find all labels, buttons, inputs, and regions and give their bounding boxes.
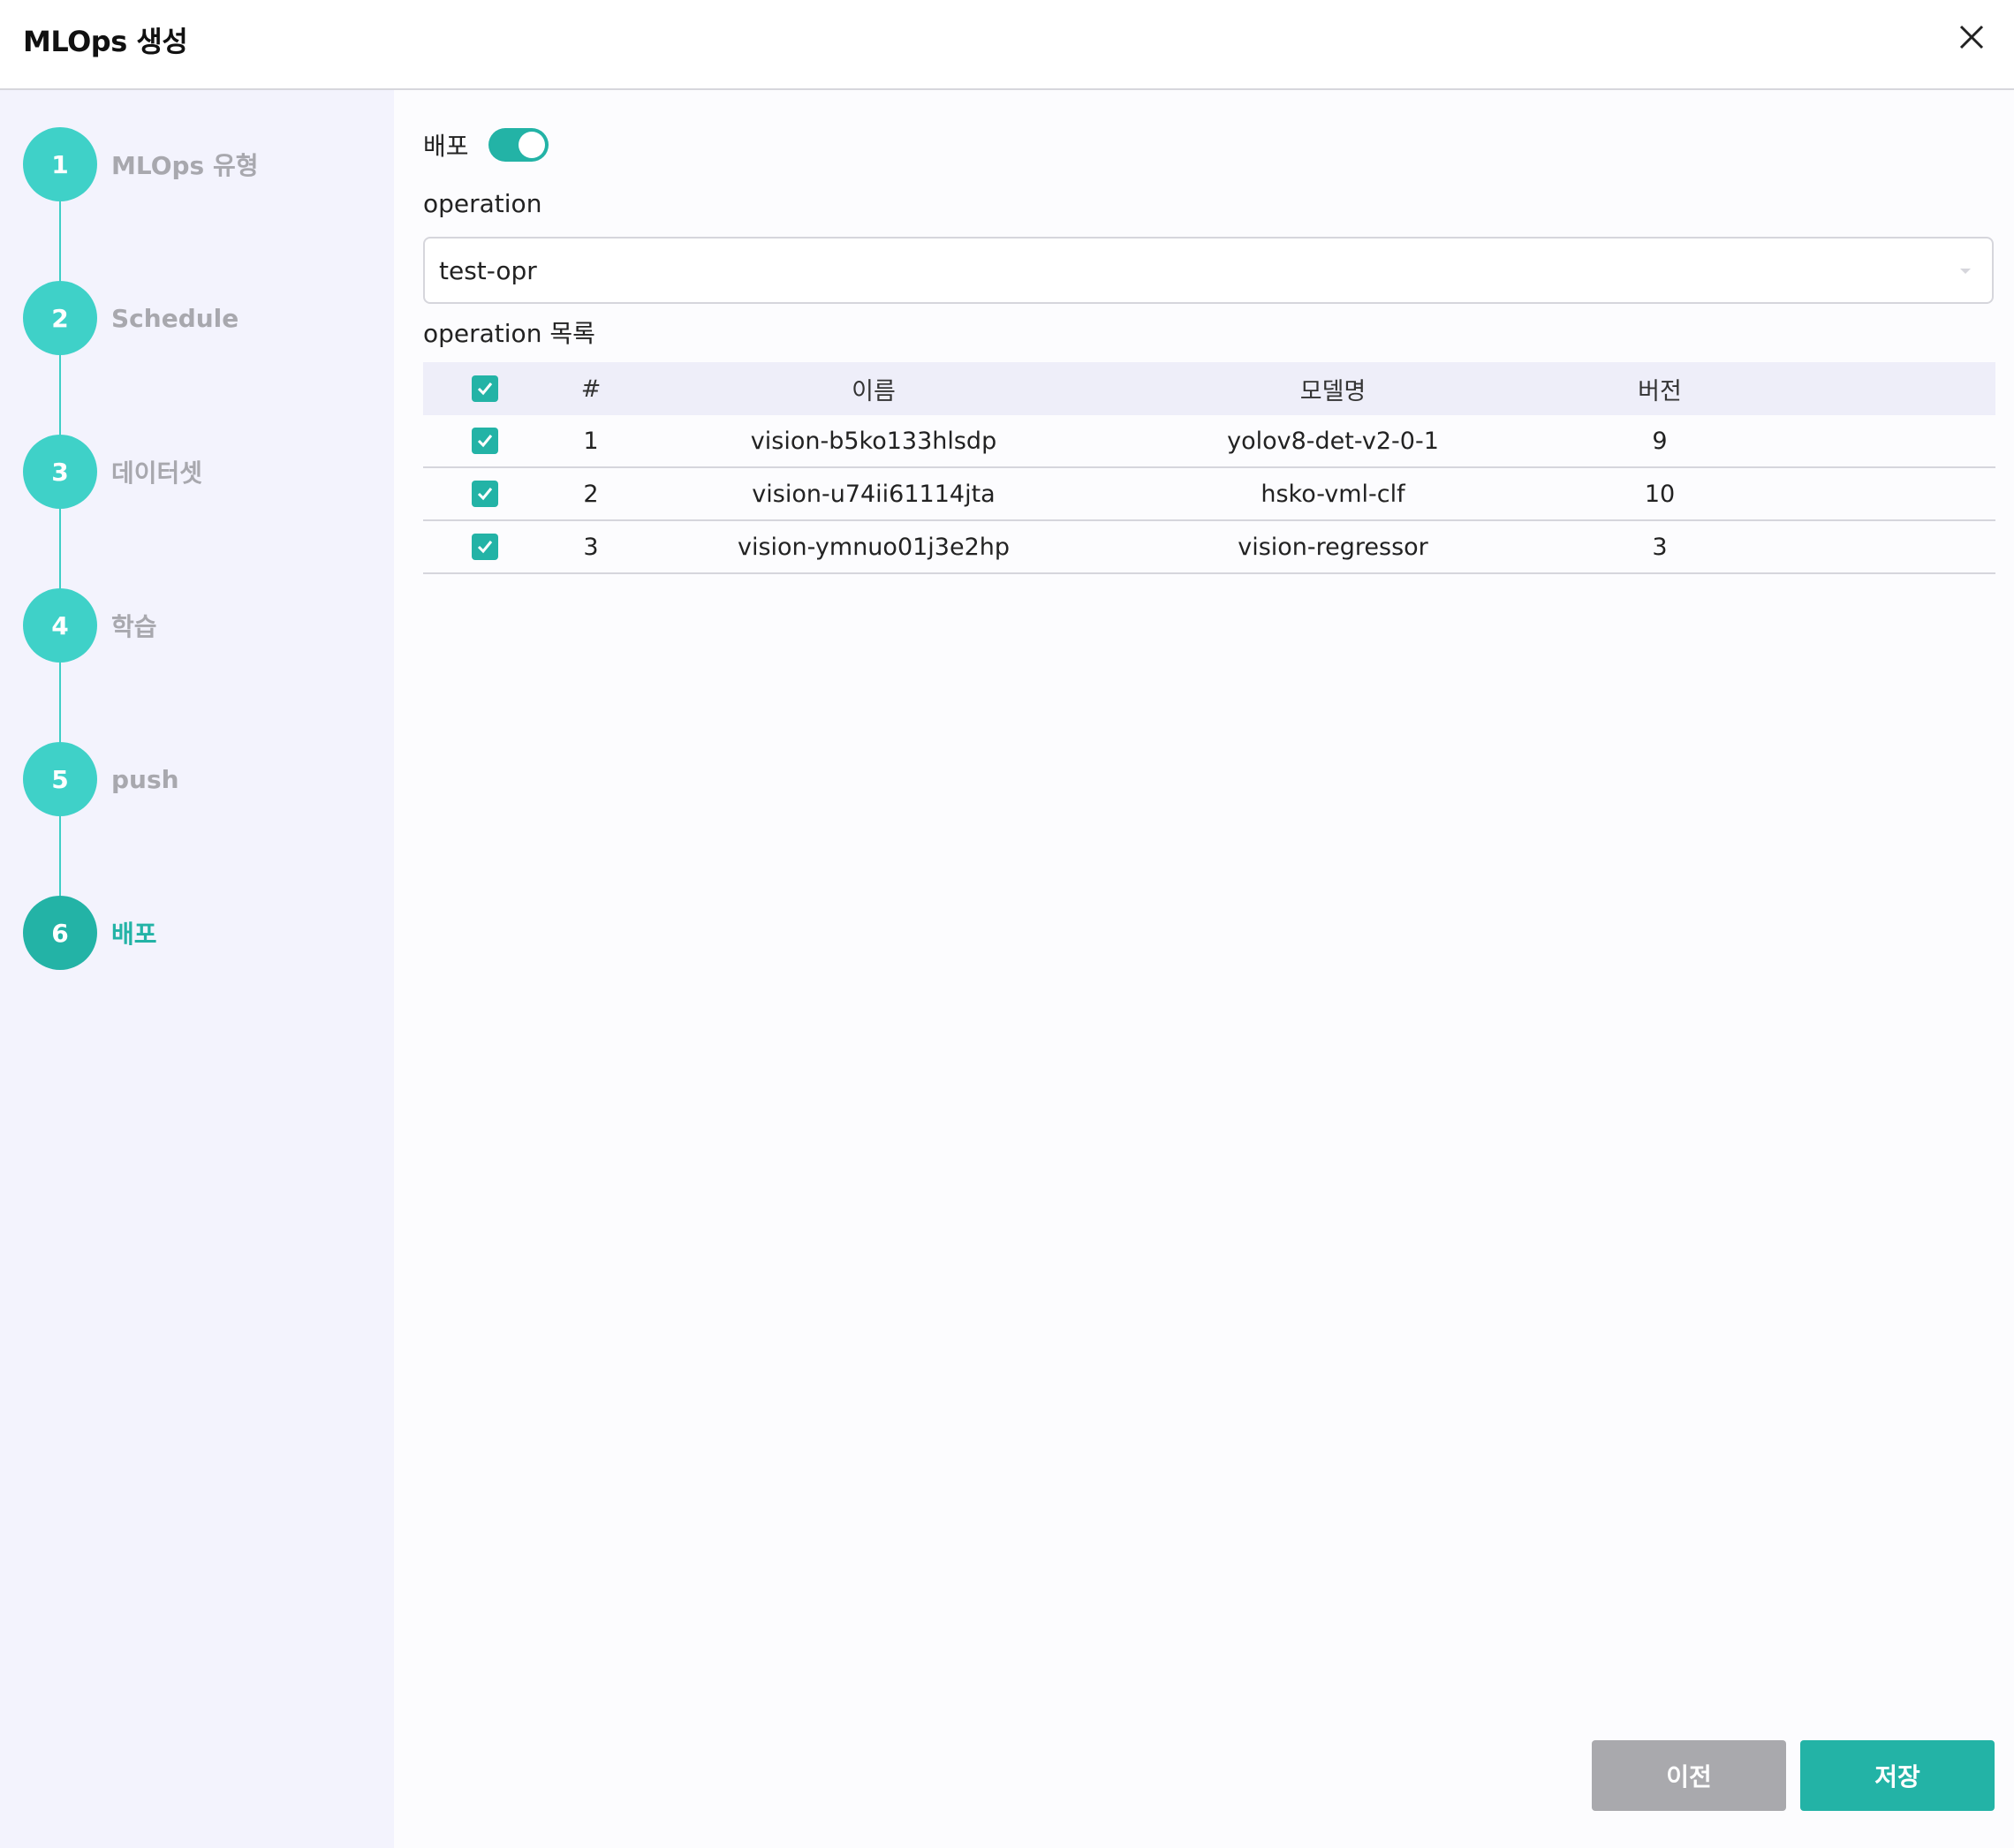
select-all-checkbox[interactable] — [472, 375, 498, 402]
prev-button[interactable]: 이전 — [1592, 1740, 1786, 1811]
step-label: MLOps 유형 — [111, 151, 259, 180]
checkmark-icon — [477, 382, 493, 396]
deploy-toggle[interactable] — [488, 128, 549, 162]
deploy-toggle-label: 배포 — [423, 132, 469, 161]
close-icon — [1959, 25, 1984, 49]
checkmark-icon — [477, 541, 493, 554]
step-3[interactable]: 3 데이터셋 — [23, 435, 376, 509]
row-model: hsko-vml-clf — [1261, 480, 1405, 508]
step-1[interactable]: 1 MLOps 유형 — [23, 127, 376, 201]
operation-select-value: test-opr — [439, 255, 537, 285]
step-label: push — [111, 764, 179, 794]
steps-connector-line — [59, 164, 61, 933]
save-button[interactable]: 저장 — [1800, 1740, 1995, 1811]
operation-table: # 이름 모델명 버전 1 vision-b5ko133hlsdp yolov8… — [423, 362, 1995, 574]
step-sidebar: 1 MLOps 유형 2 Schedule 3 데이터셋 4 학습 5 push… — [0, 90, 394, 1848]
table-row[interactable]: 2 vision-u74ii61114jta hsko-vml-clf 10 — [423, 468, 1995, 521]
row-checkbox[interactable] — [472, 481, 498, 507]
step-number: 1 — [23, 127, 97, 201]
row-check-cell — [423, 428, 547, 454]
row-checkbox[interactable] — [472, 534, 498, 560]
select-all-cell — [423, 375, 547, 402]
mlops-create-dialog: MLOps 생성 1 MLOps 유형 2 Schedule 3 데이터셋 4 … — [0, 0, 2014, 1848]
row-name: vision-u74ii61114jta — [752, 480, 996, 508]
step-label: 학습 — [111, 612, 157, 641]
step-number: 6 — [23, 896, 97, 970]
step-label: 배포 — [111, 920, 157, 949]
step-4[interactable]: 4 학습 — [23, 588, 376, 663]
column-header-number: # — [580, 375, 602, 403]
step-number: 5 — [23, 742, 97, 816]
checkmark-icon — [477, 488, 493, 501]
row-check-cell — [423, 481, 547, 507]
deploy-toggle-row: 배포 — [423, 125, 549, 164]
dialog-title: MLOps 생성 — [23, 25, 188, 58]
column-header-name: 이름 — [852, 377, 896, 405]
column-header-version: 버전 — [1638, 377, 1682, 405]
main-content: 배포 operation test-opr operation 목록 # 이름 — [394, 90, 2014, 1848]
checkmark-icon — [477, 435, 493, 448]
operation-label: operation — [423, 189, 542, 218]
operation-select[interactable]: test-opr — [423, 237, 1994, 304]
close-button[interactable] — [1952, 18, 1991, 57]
dialog-header: MLOps 생성 — [0, 0, 2014, 90]
row-version: 3 — [1652, 533, 1668, 561]
table-row[interactable]: 3 vision-ymnuo01j3e2hp vision-regressor … — [423, 521, 1995, 574]
chevron-down-icon — [1960, 269, 1971, 274]
row-checkbox[interactable] — [472, 428, 498, 454]
row-model: vision-regressor — [1238, 533, 1428, 561]
row-version: 9 — [1652, 427, 1668, 455]
row-version: 10 — [1644, 480, 1676, 508]
row-model: yolov8-det-v2-0-1 — [1227, 427, 1439, 455]
table-row[interactable]: 1 vision-b5ko133hlsdp yolov8-det-v2-0-1 … — [423, 415, 1995, 468]
step-6[interactable]: 6 배포 — [23, 896, 376, 970]
step-2[interactable]: 2 Schedule — [23, 281, 376, 355]
step-label: Schedule — [111, 303, 239, 333]
step-number: 3 — [23, 435, 97, 509]
row-name: vision-ymnuo01j3e2hp — [737, 533, 1011, 561]
step-5[interactable]: 5 push — [23, 742, 376, 816]
column-header-model: 모델명 — [1299, 377, 1367, 405]
row-name: vision-b5ko133hlsdp — [750, 427, 997, 455]
operation-list-label: operation 목록 — [423, 319, 595, 348]
step-number: 4 — [23, 588, 97, 663]
toggle-knob — [518, 132, 545, 158]
row-number: 1 — [583, 427, 599, 455]
row-number: 2 — [583, 480, 599, 508]
step-number: 2 — [23, 281, 97, 355]
row-number: 3 — [583, 533, 599, 561]
row-check-cell — [423, 534, 547, 560]
step-label: 데이터셋 — [111, 458, 203, 488]
table-header-row: # 이름 모델명 버전 — [423, 362, 1995, 415]
